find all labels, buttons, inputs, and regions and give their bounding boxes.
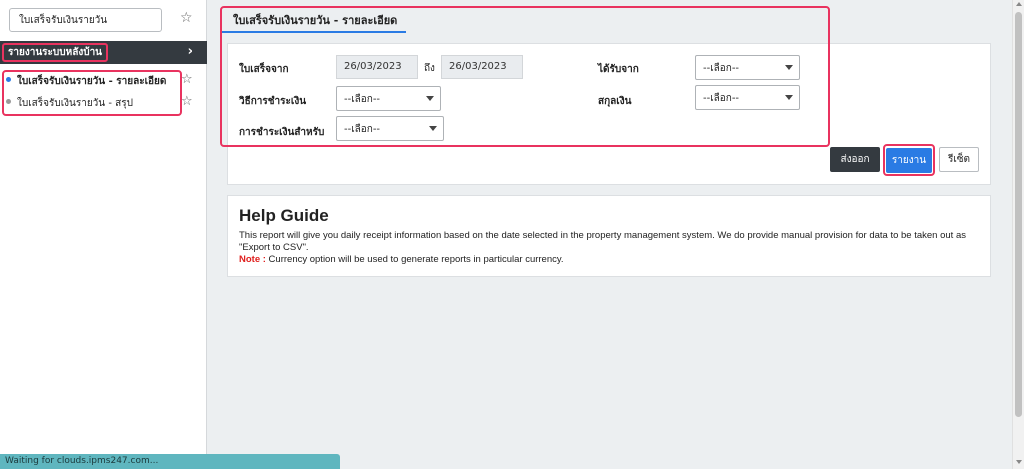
browser-status-bar: Waiting for clouds.ipms247.com... [0,454,340,469]
highlight-outline [2,70,182,116]
favorite-star-icon[interactable]: ☆ [181,94,193,109]
vertical-scrollbar[interactable] [1012,0,1024,469]
highlight-outline [220,6,830,147]
scrollbar-thumb[interactable] [1015,12,1022,417]
chevron-right-icon: › [187,44,193,59]
favorite-star-icon[interactable]: ☆ [180,10,193,26]
sidebar-group-backoffice-reports[interactable]: รายงานระบบหลังบ้าน › [0,41,207,64]
report-search-input[interactable] [9,8,162,32]
help-guide-title: Help Guide [239,206,329,225]
favorite-star-icon[interactable]: ☆ [181,72,193,87]
export-button[interactable]: ส่งออก [830,147,880,172]
highlight-outline [883,144,935,176]
sidebar-group-label: รายงานระบบหลังบ้าน [2,43,109,62]
note-label: Note : [239,254,266,265]
note-text: Currency option will be used to generate… [265,254,564,265]
reset-button[interactable]: รีเซ็ต [939,147,979,172]
help-guide-body: This report will give you daily receipt … [239,230,966,253]
scroll-up-arrow-icon[interactable] [1016,2,1022,6]
scroll-down-arrow-icon[interactable] [1016,460,1022,464]
help-guide-note: Note : Currency option will be used to g… [239,254,564,265]
sidebar: ☆ รายงานระบบหลังบ้าน › ใบเสร็จรับเงินราย… [0,0,207,469]
